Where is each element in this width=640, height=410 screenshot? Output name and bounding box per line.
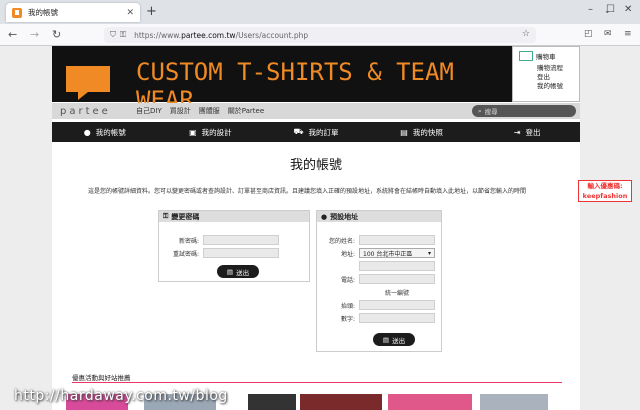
- extensions-icon[interactable]: ✉: [604, 29, 612, 39]
- menu-item-buy-design[interactable]: 買設計: [170, 106, 191, 116]
- name-label: 您的姓名:: [328, 237, 355, 245]
- city-district-select[interactable]: 100 台北市中正區 ▾: [359, 248, 435, 258]
- image-icon: ▣: [189, 127, 197, 137]
- cart-link[interactable]: 購物車: [519, 51, 573, 61]
- account-nav-label: 我的訂單: [308, 127, 339, 137]
- site-logo-icon: [66, 66, 110, 100]
- blog-watermark: http://hardaway.com.tw/blog: [14, 388, 228, 404]
- account-nav-label: 我的設計: [201, 127, 232, 137]
- password-panel-header: ⚿ 變更密碼: [159, 211, 309, 222]
- tax-number-input[interactable]: [359, 313, 435, 323]
- coupon-code: keepfashion: [582, 192, 628, 200]
- search-placeholder: 搜尋: [484, 108, 498, 116]
- cart-link-logout[interactable]: 登出: [537, 73, 573, 82]
- account-nav-label: 我的帳號: [95, 127, 126, 137]
- forward-icon[interactable]: →: [30, 28, 39, 41]
- lock-icon[interactable]: ⚿: [120, 30, 126, 40]
- promo-thumbnail[interactable]: [248, 394, 296, 410]
- user-icon: ●: [83, 127, 91, 137]
- phone-label: 電話:: [340, 276, 355, 284]
- menu-item-diy[interactable]: 自己DIY: [136, 106, 162, 116]
- reload-icon[interactable]: ↻: [52, 28, 61, 41]
- shield-icon[interactable]: ⛉: [110, 30, 116, 40]
- password-panel: ⚿ 變更密碼 新密碼: 重試密碼: ▤ 送出: [158, 210, 310, 282]
- site-favicon-icon: [12, 7, 22, 18]
- cart-label: 購物車: [536, 53, 556, 61]
- promo-thumbnail[interactable]: [300, 394, 382, 410]
- tax-number-label: 數字:: [340, 315, 355, 323]
- shopping-cart-icon: [519, 51, 533, 61]
- menu-item-about[interactable]: 關於Partee: [228, 106, 264, 116]
- close-tab-icon[interactable]: ✕: [126, 8, 134, 18]
- promo-thumbnail[interactable]: [480, 394, 548, 410]
- save-icon: ▤: [226, 267, 234, 276]
- browser-nav-bar: ← → ↻ ⛉ ⚿ https://www.partee.com.tw/User…: [0, 24, 640, 46]
- account-nav-my-orders[interactable]: ⛟ 我的訂單: [263, 122, 369, 142]
- save-icon: ▤: [382, 335, 390, 344]
- site-banner[interactable]: CUSTOM T-SHIRTS & TEAM WEAR: [52, 46, 512, 114]
- cart-icon: ⛟: [293, 127, 304, 136]
- page-content: CUSTOM T-SHIRTS & TEAM WEAR 購物車 購物流程 登出 …: [52, 46, 580, 410]
- close-window-icon[interactable]: ✕: [624, 4, 632, 15]
- tab-title: 我的帳號: [28, 8, 58, 17]
- cart-link-account[interactable]: 我的帳號: [537, 82, 573, 91]
- coupon-badge[interactable]: 輸入優惠碼: keepfashion: [578, 180, 632, 202]
- save-icon: ▤: [400, 127, 408, 137]
- address-label: 地址:: [340, 250, 355, 258]
- minimize-icon[interactable]: –: [588, 4, 593, 15]
- invoice-label: 統一編號: [384, 290, 409, 297]
- new-password-input[interactable]: [203, 235, 279, 245]
- maximize-icon[interactable]: ☐: [606, 4, 615, 15]
- bookmark-star-icon[interactable]: ☆: [522, 29, 530, 39]
- search-icon: ⌕: [478, 106, 482, 115]
- key-icon: ⚿: [163, 212, 169, 220]
- address-panel: ● 預設地址 您的姓名: 地址: 100 台北市中正區 ▾ 電話: 統一編號 抬頭:…: [316, 210, 442, 352]
- search-input[interactable]: ⌕ 搜尋: [472, 105, 576, 117]
- logout-icon: ⇥: [513, 127, 521, 137]
- page-description: 這是您的帳號詳細資料。您可以變更密碼或者查詢設計、訂單甚至商店資訊。且建議您填入…: [88, 188, 527, 195]
- account-nav-my-account[interactable]: ● 我的帳號: [52, 122, 158, 142]
- company-title-label: 抬頭:: [340, 302, 355, 310]
- promo-section-title: 優惠活動與好站推薦: [72, 374, 131, 382]
- account-nav-label: 登出: [525, 127, 541, 137]
- confirm-password-label: 重試密碼:: [172, 250, 199, 258]
- new-password-label: 新密碼:: [178, 237, 199, 245]
- confirm-password-input[interactable]: [203, 248, 279, 258]
- browser-tab[interactable]: 我的帳號 ✕: [6, 3, 140, 22]
- cart-link-process[interactable]: 購物流程: [537, 64, 573, 73]
- cart-box: 購物車 購物流程 登出 我的帳號: [512, 46, 580, 102]
- chevron-down-icon: ▾: [427, 249, 431, 257]
- browser-tab-bar: 我的帳號 ✕ + ⌄ – ☐ ✕: [0, 0, 640, 24]
- site-menu-bar: partee 自己DIY 買設計 團體服 關於Partee ⌕ 搜尋: [52, 103, 580, 119]
- account-nav-my-snapshots[interactable]: ▤ 我的快照: [369, 122, 475, 142]
- address-panel-header: ● 預設地址: [317, 211, 441, 222]
- user-icon: ●: [321, 212, 328, 221]
- coupon-line1: 輸入優惠碼:: [587, 182, 623, 190]
- url-text: https://www.partee.com.tw/Users/account.…: [134, 30, 309, 40]
- pocket-icon[interactable]: ◰: [584, 29, 593, 39]
- account-nav-my-designs[interactable]: ▣ 我的設計: [158, 122, 264, 142]
- account-nav-logout[interactable]: ⇥ 登出: [474, 122, 580, 142]
- company-title-input[interactable]: [359, 300, 435, 310]
- menu-icon[interactable]: ≡: [624, 29, 632, 39]
- promo-thumbnail[interactable]: [388, 394, 472, 410]
- account-nav-bar: ● 我的帳號 ▣ 我的設計 ⛟ 我的訂單 ▤ 我的快照 ⇥ 登出: [52, 122, 580, 142]
- name-input[interactable]: [359, 235, 435, 245]
- page-title: 我的帳號: [289, 158, 342, 173]
- street-address-input[interactable]: [359, 261, 435, 271]
- password-submit-button[interactable]: ▤ 送出: [217, 265, 259, 278]
- url-bar[interactable]: ⛉ ⚿ https://www.partee.com.tw/Users/acco…: [104, 27, 536, 43]
- promo-divider: [72, 382, 562, 383]
- back-icon[interactable]: ←: [8, 28, 17, 41]
- new-tab-icon[interactable]: +: [146, 4, 157, 19]
- phone-input[interactable]: [359, 274, 435, 284]
- menu-item-team-wear[interactable]: 團體服: [199, 106, 220, 116]
- address-submit-button[interactable]: ▤ 送出: [373, 333, 415, 346]
- account-nav-label: 我的快照: [412, 127, 443, 137]
- brand-name[interactable]: partee: [60, 106, 136, 117]
